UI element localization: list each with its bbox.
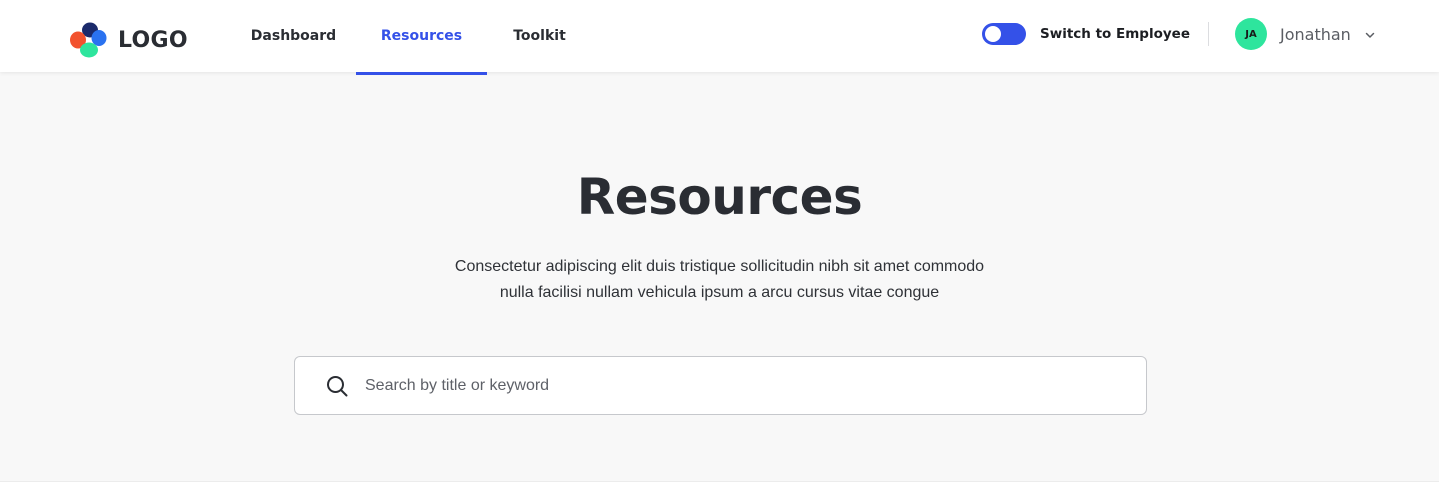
chevron-down-icon[interactable]	[1364, 29, 1376, 41]
header-divider	[1208, 22, 1209, 46]
employee-switch-toggle[interactable]	[982, 23, 1026, 45]
logo[interactable]: LOGO	[70, 21, 188, 59]
nav-toolkit[interactable]: Toolkit	[496, 0, 583, 72]
page-title: Resources	[576, 168, 863, 226]
avatar[interactable]: JA	[1235, 18, 1267, 50]
search-input[interactable]	[365, 369, 1125, 403]
page-description: Consectetur adipiscing elit duis tristiq…	[400, 254, 1039, 306]
description-line-1: Consectetur adipiscing elit duis tristiq…	[454, 258, 985, 275]
logo-text: LOGO	[118, 27, 188, 53]
search-box[interactable]	[294, 356, 1147, 415]
top-header: LOGO Dashboard Resources Toolkit Switch …	[0, 0, 1439, 72]
search-icon	[327, 376, 348, 397]
switch-label: Switch to Employee	[1040, 26, 1190, 42]
logo-icon	[70, 22, 107, 58]
nav-resources[interactable]: Resources	[356, 0, 487, 72]
description-line-2: nulla facilisi nullam vehicula ipsum a a…	[499, 284, 940, 301]
nav-dashboard[interactable]: Dashboard	[240, 0, 347, 72]
user-name[interactable]: Jonathan	[1280, 24, 1351, 46]
active-tab-indicator	[356, 72, 487, 75]
content-edge	[0, 481, 1439, 486]
toggle-knob	[985, 26, 1001, 42]
